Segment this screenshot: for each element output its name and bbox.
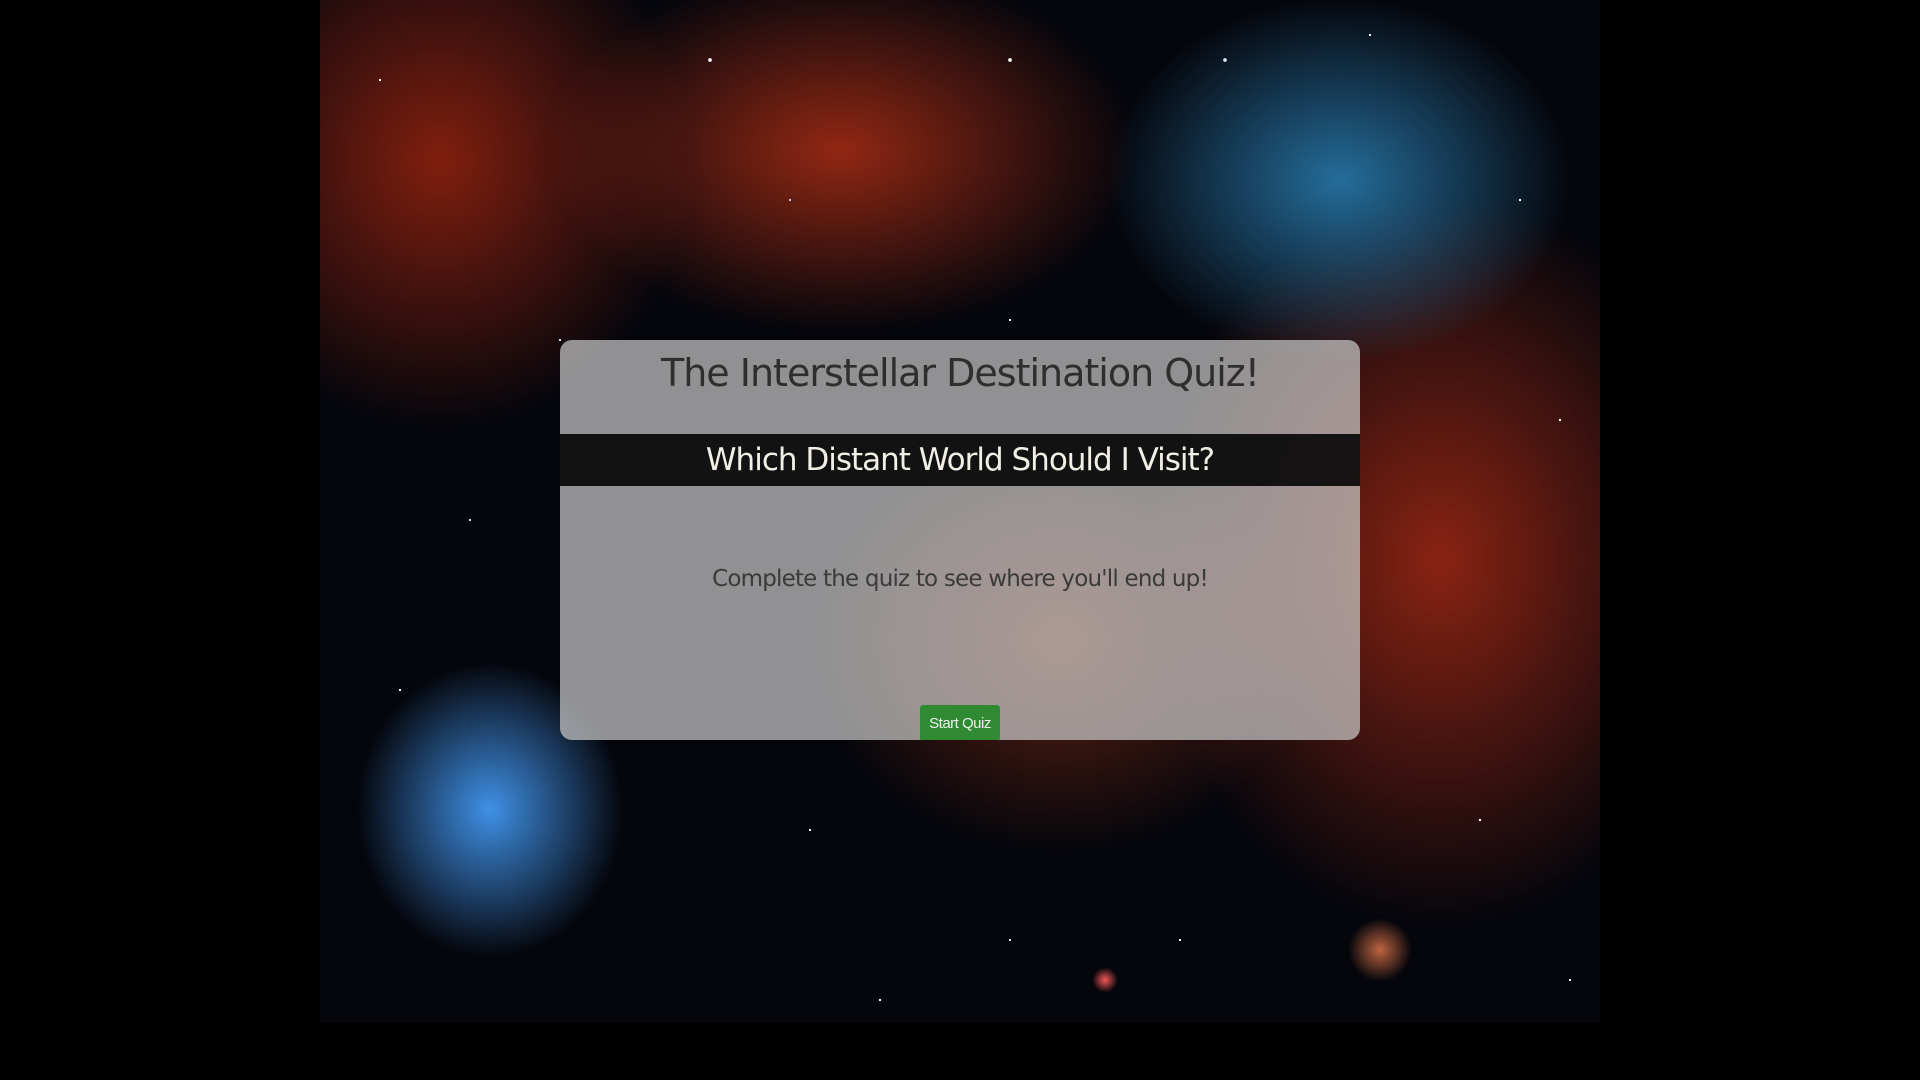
page: The Interstellar Destination Quiz! Which…	[0, 0, 1920, 1080]
quiz-subtitle-bar: Which Distant World Should I Visit?	[560, 434, 1360, 486]
quiz-subtitle: Which Distant World Should I Visit?	[705, 442, 1215, 478]
quiz-body: Complete the quiz to see where you'll en…	[560, 486, 1360, 740]
quiz-description: Complete the quiz to see where you'll en…	[712, 566, 1209, 592]
quiz-card: The Interstellar Destination Quiz! Which…	[560, 340, 1360, 740]
start-quiz-button[interactable]: Start Quiz	[920, 705, 1000, 740]
quiz-title: The Interstellar Destination Quiz!	[661, 351, 1260, 395]
